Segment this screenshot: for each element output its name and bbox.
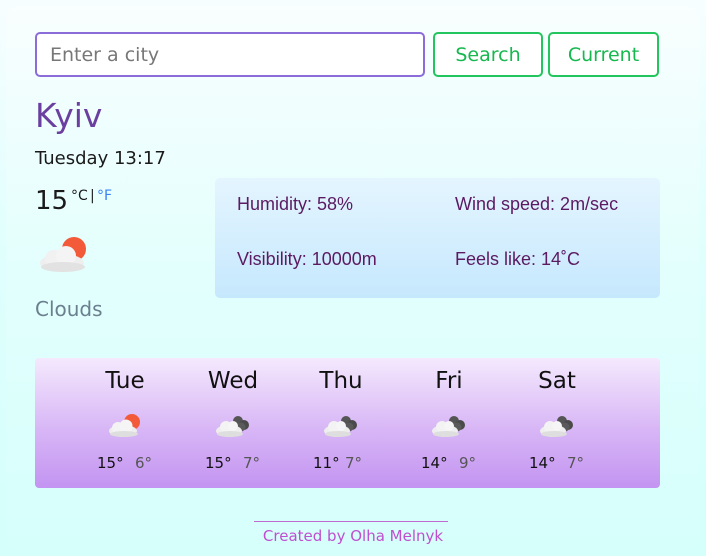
city-search-input[interactable] <box>35 32 425 77</box>
forecast-day: Fri 14° 9° <box>395 358 503 488</box>
forecast-max-temp: 15° <box>97 454 124 472</box>
city-name: Kyiv <box>35 96 103 135</box>
temperature-value: 15 <box>35 186 69 216</box>
clouds-icon <box>216 416 249 437</box>
forecast-min-temp: 7° <box>345 454 363 472</box>
clouds-icon <box>432 416 465 437</box>
humidity-value: Humidity: 58% <box>237 194 354 214</box>
search-form: Search Current <box>35 32 659 77</box>
forecast-day: Tue 15° 6° <box>71 358 179 488</box>
forecast-day-name: Sat <box>538 368 576 394</box>
sun-behind-cloud-icon <box>109 414 140 437</box>
forecast-day: Wed 15° 7° <box>179 358 287 488</box>
forecast-max-temp: 15° <box>205 454 232 472</box>
forecast-day-name: Fri <box>435 368 463 394</box>
clouds-icon <box>324 416 357 437</box>
celsius-unit[interactable]: °C <box>71 188 88 204</box>
forecast-day: Sat 14° 7° <box>503 358 611 488</box>
weather-description: Clouds <box>35 297 103 321</box>
forecast-min-temp: 7° <box>243 454 261 472</box>
visibility-value: Visibility: 10000m <box>237 249 377 269</box>
forecast-min-temp: 9° <box>459 454 477 472</box>
feels-like-value: Feels like: 14˚C <box>455 249 581 269</box>
wind-speed-value: Wind speed: 2m/sec <box>455 194 619 214</box>
fahrenheit-link[interactable]: °F <box>97 188 112 204</box>
forecast-day-name: Thu <box>319 368 363 394</box>
unit-separator: | <box>90 188 95 204</box>
forecast-min-temp: 7° <box>567 454 585 472</box>
current-datetime: Tuesday 13:17 <box>35 148 166 169</box>
footer-divider <box>254 521 448 522</box>
forecast-panel: Tue 15° 6° Wed 15° 7° Thu 11° 7° Fri 14°… <box>35 358 660 488</box>
forecast-min-temp: 6° <box>135 454 153 472</box>
forecast-max-temp: 14° <box>529 454 556 472</box>
search-button[interactable]: Search <box>433 32 543 77</box>
forecast-max-temp: 11° <box>313 454 340 472</box>
current-location-button[interactable]: Current <box>548 32 659 77</box>
forecast-day-name: Wed <box>207 368 259 394</box>
forecast-max-temp: 14° <box>421 454 448 472</box>
clouds-icon <box>540 416 573 437</box>
forecast-day: Thu 11° 7° <box>287 358 395 488</box>
author-credit-link[interactable]: Created by Olha Melnyk <box>0 527 706 545</box>
weather-details-panel: Humidity: 58% Wind speed: 2m/sec Visibil… <box>215 178 660 298</box>
forecast-day-name: Tue <box>105 368 145 394</box>
sun-behind-cloud-icon <box>40 237 86 272</box>
